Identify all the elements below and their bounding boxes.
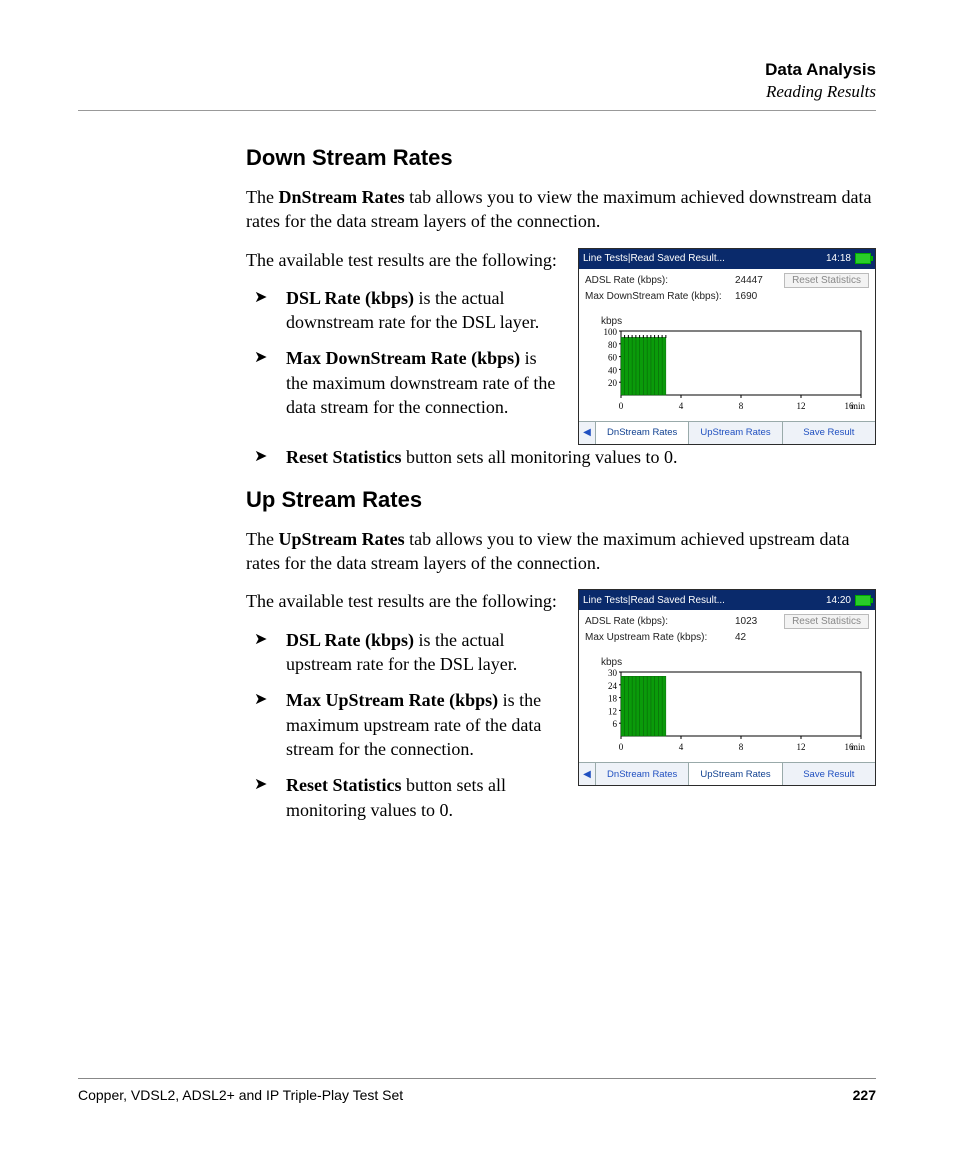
svg-text:4: 4 — [679, 742, 684, 752]
svg-text:min: min — [851, 401, 866, 411]
tab-save-result[interactable]: Save Result — [783, 422, 875, 444]
svg-text:80: 80 — [608, 339, 618, 349]
svg-text:20: 20 — [608, 378, 618, 388]
list-item: Reset Statistics button sets all monitor… — [246, 445, 876, 469]
svg-text:0: 0 — [619, 742, 624, 752]
battery-icon — [855, 253, 871, 264]
text-bold: Reset Statistics — [286, 775, 401, 795]
upstream-intro: The UpStream Rates tab allows you to vie… — [246, 527, 876, 576]
device-titlebar: Line Tests|Read Saved Result... 14:20 — [579, 590, 875, 610]
svg-text:4: 4 — [679, 401, 684, 411]
text-bold: Reset Statistics — [286, 447, 401, 467]
upstream-avail: The available test results are the follo… — [246, 589, 560, 613]
svg-text:30: 30 — [608, 668, 618, 678]
device-titlebar: Line Tests|Read Saved Result... 14:18 — [579, 249, 875, 269]
text: button sets all monitoring values to 0. — [401, 447, 677, 467]
label-adsl-rate: ADSL Rate (kbps): — [585, 616, 735, 627]
svg-text:min: min — [851, 742, 866, 752]
chapter-title: Data Analysis — [78, 60, 876, 80]
text-bold: Max DownStream Rate (kbps) — [286, 348, 520, 368]
reset-statistics-button[interactable]: Reset Statistics — [784, 273, 869, 288]
list-item: Max DownStream Rate (kbps) is the maximu… — [246, 346, 560, 419]
svg-text:6: 6 — [613, 720, 618, 730]
header-rule — [78, 110, 876, 111]
tab-upstream-rates[interactable]: UpStream Rates — [689, 763, 782, 785]
svg-text:8: 8 — [739, 401, 744, 411]
list-item: Max UpStream Rate (kbps) is the maximum … — [246, 688, 560, 761]
value-max-downstream: 1690 — [735, 291, 781, 302]
chart-y-unit: kbps — [601, 657, 865, 668]
text-bold: DnStream Rates — [278, 187, 404, 207]
svg-text:0: 0 — [619, 401, 624, 411]
page-number: 227 — [853, 1087, 876, 1103]
value-adsl-rate: 1023 — [735, 616, 781, 627]
heading-downstream: Down Stream Rates — [246, 145, 876, 171]
tab-save-result[interactable]: Save Result — [783, 763, 875, 785]
text: The — [246, 187, 278, 207]
value-max-upstream: 42 — [735, 632, 781, 643]
value-adsl-rate: 24447 — [735, 275, 781, 286]
svg-text:8: 8 — [739, 742, 744, 752]
footer-product: Copper, VDSL2, ADSL2+ and IP Triple-Play… — [78, 1087, 403, 1103]
svg-text:60: 60 — [608, 352, 618, 362]
svg-text:12: 12 — [608, 707, 617, 717]
tabs-scroll-left[interactable]: ◀ — [579, 763, 596, 785]
device-title: Line Tests|Read Saved Result... — [583, 595, 725, 606]
svg-text:12: 12 — [797, 401, 806, 411]
downstream-intro: The DnStream Rates tab allows you to vie… — [246, 185, 876, 234]
chart-y-unit: kbps — [601, 316, 865, 327]
device-panel-downstream: Line Tests|Read Saved Result... 14:18 AD… — [578, 248, 876, 445]
downstream-avail: The available test results are the follo… — [246, 248, 560, 272]
text-bold: UpStream Rates — [278, 529, 404, 549]
svg-text:40: 40 — [608, 365, 618, 375]
text-bold: DSL Rate (kbps) — [286, 630, 414, 650]
device-clock: 14:18 — [826, 253, 851, 264]
label-adsl-rate: ADSL Rate (kbps): — [585, 275, 735, 286]
list-item: Reset Statistics button sets all monitor… — [246, 773, 560, 822]
svg-text:12: 12 — [797, 742, 806, 752]
chart-downstream: kbps 100 80 60 40 20 — [585, 316, 869, 419]
tabs-scroll-left[interactable]: ◀ — [579, 422, 596, 444]
section-title: Reading Results — [78, 82, 876, 102]
text-bold: Max UpStream Rate (kbps) — [286, 690, 498, 710]
device-clock: 14:20 — [826, 595, 851, 606]
tab-dnstream-rates[interactable]: DnStream Rates — [596, 763, 689, 785]
reset-statistics-button[interactable]: Reset Statistics — [784, 614, 869, 629]
list-item: DSL Rate (kbps) is the actual upstream r… — [246, 628, 560, 677]
heading-upstream: Up Stream Rates — [246, 487, 876, 513]
device-title: Line Tests|Read Saved Result... — [583, 253, 725, 264]
label-max-downstream: Max DownStream Rate (kbps): — [585, 291, 735, 302]
label-max-upstream: Max Upstream Rate (kbps): — [585, 632, 735, 643]
text-bold: DSL Rate (kbps) — [286, 288, 414, 308]
chart-upstream: kbps 30 24 18 12 6 — [585, 657, 869, 760]
tab-upstream-rates[interactable]: UpStream Rates — [689, 422, 782, 444]
svg-text:24: 24 — [608, 681, 618, 691]
battery-icon — [855, 595, 871, 606]
svg-text:18: 18 — [608, 694, 618, 704]
text: The — [246, 529, 278, 549]
list-item: DSL Rate (kbps) is the actual downstream… — [246, 286, 560, 335]
device-panel-upstream: Line Tests|Read Saved Result... 14:20 AD… — [578, 589, 876, 786]
svg-text:100: 100 — [604, 327, 618, 337]
tab-dnstream-rates[interactable]: DnStream Rates — [596, 422, 689, 444]
